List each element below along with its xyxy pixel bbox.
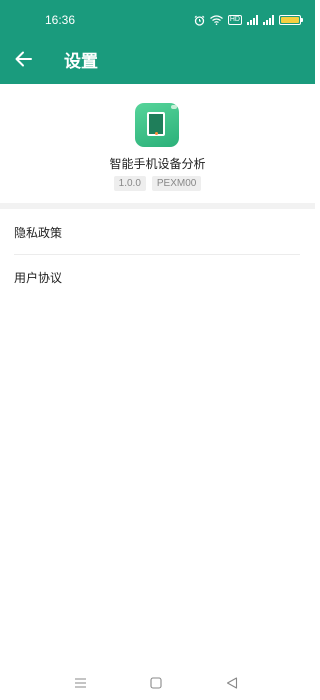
wifi-icon: [209, 15, 223, 25]
version-tag: 1.0.0: [113, 176, 146, 191]
nav-home-button[interactable]: [150, 674, 162, 693]
page-title: 设置: [64, 52, 98, 72]
battery-icon: [279, 15, 303, 25]
app-tags: 1.0.0 PEXM00: [0, 176, 315, 191]
privacy-policy-label: 隐私政策: [14, 226, 63, 240]
signal-icon: [247, 15, 258, 25]
square-icon: [150, 677, 162, 689]
privacy-policy-item[interactable]: 隐私政策: [0, 210, 315, 254]
user-agreement-label: 用户协议: [14, 271, 63, 285]
alarm-icon: [194, 15, 205, 26]
nav-menu-button[interactable]: [74, 674, 87, 693]
triangle-left-icon: [226, 677, 238, 689]
app-header: 16:36 HD 设置: [0, 0, 315, 84]
app-name: 智能手机设备分析: [109, 157, 206, 171]
menu-lines-icon: [75, 678, 86, 688]
status-time: 16:36: [45, 13, 76, 27]
app-logo-icon: [135, 103, 179, 147]
model-tag: PEXM00: [151, 176, 202, 191]
user-agreement-item[interactable]: 用户协议: [0, 255, 315, 299]
status-icons: HD: [194, 12, 303, 28]
back-button[interactable]: [14, 49, 36, 69]
arrow-left-icon: [15, 51, 32, 67]
hd-badge: HD: [227, 15, 242, 25]
status-bar: 16:36 HD: [0, 0, 315, 40]
system-nav-bar: [0, 664, 315, 700]
signal-icon-2: [263, 15, 274, 25]
section-divider: [0, 203, 315, 209]
battery-fill: [281, 17, 299, 23]
nav-back-button[interactable]: [226, 674, 238, 693]
app-info-section: 智能手机设备分析 1.0.0 PEXM00: [0, 84, 315, 204]
